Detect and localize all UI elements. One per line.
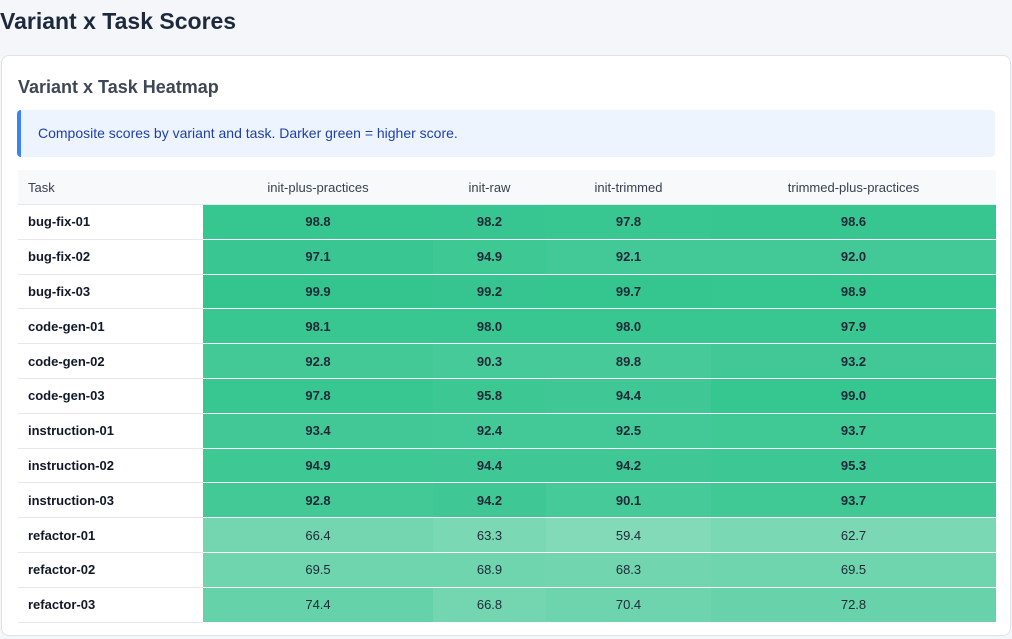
score-cell: 98.9 [711,274,996,310]
score-cell: 95.3 [711,448,996,484]
score-cell: 98.2 [433,204,546,240]
score-cell: 69.5 [203,552,433,588]
score-cell: 97.1 [203,239,433,275]
task-name-cell: refactor-01 [18,517,203,553]
table-row: code-gen-03 97.8 95.8 94.4 99.0 [18,378,996,414]
score-cell: 92.8 [203,482,433,519]
score-cell: 98.6 [711,204,996,240]
task-name-cell: refactor-02 [18,552,203,588]
column-header-init-raw[interactable]: init-raw [433,170,546,205]
table-header-row: Task init-plus-practices init-raw init-t… [18,170,996,205]
score-cell: 92.1 [546,239,711,275]
task-name-cell: instruction-02 [18,448,203,484]
score-cell: 66.4 [203,517,433,553]
task-name-cell: code-gen-01 [18,308,203,345]
heatmap-card: Variant x Task Heatmap Composite scores … [1,55,1011,636]
score-cell: 99.9 [203,274,433,310]
score-cell: 94.9 [433,239,546,275]
score-cell: 94.9 [203,448,433,484]
score-cell: 98.0 [433,308,546,345]
column-header-init-trimmed[interactable]: init-trimmed [546,170,711,205]
score-cell: 68.9 [433,552,546,588]
score-cell: 99.0 [711,378,996,414]
task-name-cell: bug-fix-03 [18,274,203,310]
task-name-cell: bug-fix-01 [18,204,203,240]
score-cell: 98.0 [546,308,711,345]
task-name-cell: code-gen-02 [18,343,203,379]
score-cell: 72.8 [711,587,996,623]
column-header-trimmed-plus-practices[interactable]: trimmed-plus-practices [711,170,996,205]
heatmap-table: Task init-plus-practices init-raw init-t… [18,170,996,623]
score-cell: 98.8 [203,204,433,240]
score-cell: 93.2 [711,343,996,379]
table-row: refactor-02 69.5 68.9 68.3 69.5 [18,552,996,588]
info-note: Composite scores by variant and task. Da… [17,110,995,157]
table-row: refactor-03 74.4 66.8 70.4 72.8 [18,587,996,623]
table-row: bug-fix-02 97.1 94.9 92.1 92.0 [18,239,996,275]
score-cell: 90.3 [433,343,546,379]
score-cell: 97.8 [546,204,711,240]
table-row: instruction-02 94.9 94.4 94.2 95.3 [18,448,996,484]
score-cell: 68.3 [546,552,711,588]
score-cell: 62.7 [711,517,996,553]
table-body: bug-fix-01 98.8 98.2 97.8 98.6 bug-fix-02 97.1… [18,204,996,623]
table-row: instruction-01 93.4 92.4 92.5 93.7 [18,413,996,449]
score-cell: 90.1 [546,482,711,519]
score-cell: 92.0 [711,239,996,275]
score-cell: 97.9 [711,308,996,345]
score-cell: 70.4 [546,587,711,623]
task-name-cell: code-gen-03 [18,378,203,414]
task-name-cell: refactor-03 [18,587,203,623]
table-row: bug-fix-01 98.8 98.2 97.8 98.6 [18,204,996,240]
score-cell: 94.4 [546,378,711,414]
score-cell: 94.2 [433,482,546,519]
score-cell: 92.5 [546,413,711,449]
page-title: Variant x Task Scores [0,8,237,34]
score-cell: 95.8 [433,378,546,414]
score-cell: 89.8 [546,343,711,379]
task-name-cell: instruction-03 [18,482,203,519]
score-cell: 97.8 [203,378,433,414]
score-cell: 99.2 [433,274,546,310]
task-name-cell: bug-fix-02 [18,239,203,275]
score-cell: 99.7 [546,274,711,310]
score-cell: 59.4 [546,517,711,553]
score-cell: 92.8 [203,343,433,379]
score-cell: 94.4 [433,448,546,484]
score-cell: 93.4 [203,413,433,449]
score-cell: 66.8 [433,587,546,623]
score-cell: 74.4 [203,587,433,623]
table-row: code-gen-02 92.8 90.3 89.8 93.2 [18,343,996,379]
card-title: Variant x Task Heatmap [18,77,219,97]
score-cell: 93.7 [711,482,996,519]
table-row: code-gen-01 98.1 98.0 98.0 97.9 [18,308,996,345]
task-name-cell: instruction-01 [18,413,203,449]
score-cell: 92.4 [433,413,546,449]
table-row: instruction-03 92.8 94.2 90.1 93.7 [18,482,996,519]
score-cell: 98.1 [203,308,433,345]
table-row: refactor-01 66.4 63.3 59.4 62.7 [18,517,996,553]
score-cell: 69.5 [711,552,996,588]
table-row: bug-fix-03 99.9 99.2 99.7 98.9 [18,274,996,310]
column-header-init-plus-practices[interactable]: init-plus-practices [203,170,433,205]
score-cell: 94.2 [546,448,711,484]
score-cell: 63.3 [433,517,546,553]
score-cell: 93.7 [711,413,996,449]
column-header-task[interactable]: Task [18,170,203,205]
